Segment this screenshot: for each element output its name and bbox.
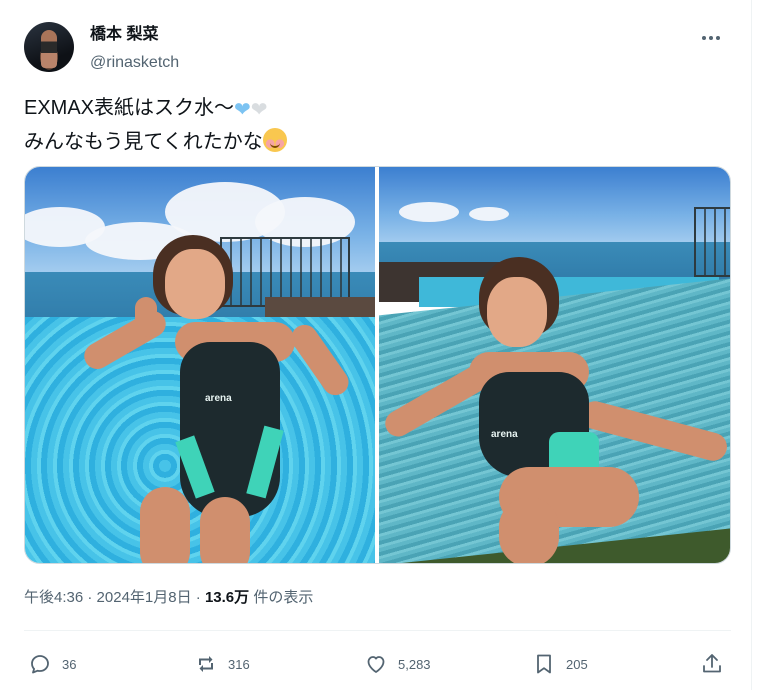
tweet-line-2-text: みんなもう見てくれたかな bbox=[24, 131, 263, 153]
tweet-text: EXMAX表紙はスク水～❤❤ みんなもう見てくれたかな bbox=[24, 92, 287, 158]
meta-separator: · bbox=[191, 589, 205, 606]
white-heart-icon: ❤ bbox=[250, 99, 268, 121]
action-bar: 36 316 5,283 205 bbox=[24, 646, 731, 682]
photo-hammock[interactable]: arena bbox=[379, 167, 730, 563]
hand-peace bbox=[135, 297, 157, 337]
retweet-icon bbox=[199, 656, 213, 672]
leg-left bbox=[140, 487, 190, 563]
tweet-card: 橋本 梨菜 @rinasketch EXMAX表紙はスク水～❤❤ みんなもう見て… bbox=[0, 0, 752, 690]
face bbox=[487, 277, 547, 347]
like-button[interactable]: 5,283 bbox=[364, 646, 431, 682]
bookmark-button[interactable]: 205 bbox=[532, 646, 588, 682]
face bbox=[165, 249, 225, 319]
railing bbox=[694, 207, 730, 277]
swimsuit-logo: arena bbox=[491, 429, 518, 440]
meta-separator: · bbox=[83, 589, 97, 606]
reply-count: 36 bbox=[62, 656, 77, 672]
avatar-figure bbox=[41, 30, 57, 68]
tweet-time[interactable]: 午後4:36 bbox=[24, 589, 83, 606]
user-handle[interactable]: @rinasketch bbox=[90, 52, 179, 74]
user-name-block[interactable]: 橋本 梨菜 @rinasketch bbox=[90, 24, 179, 74]
divider bbox=[24, 630, 731, 631]
tweet-meta: 午後4:36 · 2024年1月8日 · 13.6万 件の表示 bbox=[24, 586, 313, 610]
blush-smile-icon bbox=[262, 128, 287, 152]
photo-pool[interactable]: arena bbox=[25, 167, 375, 563]
like-count: 5,283 bbox=[398, 656, 431, 672]
more-options-icon[interactable] bbox=[699, 26, 723, 50]
tweet-header: 橋本 梨菜 @rinasketch bbox=[24, 22, 731, 74]
tweet-date[interactable]: 2024年1月8日 bbox=[97, 589, 192, 606]
cloud bbox=[399, 202, 459, 222]
bookmark-count: 205 bbox=[566, 656, 588, 672]
tweet-line-1-text: EXMAX表紙はスク水～ bbox=[24, 97, 235, 119]
views-label: 件の表示 bbox=[249, 589, 314, 606]
share-icon bbox=[703, 654, 721, 673]
reply-icon bbox=[31, 655, 49, 674]
blue-heart-icon: ❤ bbox=[234, 99, 251, 121]
views-count[interactable]: 13.6万 bbox=[205, 589, 249, 606]
reply-button[interactable]: 36 bbox=[28, 646, 76, 682]
share-button[interactable] bbox=[700, 646, 724, 682]
cloud bbox=[469, 207, 509, 221]
swimsuit-logo: arena bbox=[205, 393, 232, 404]
retweet-button[interactable]: 316 bbox=[194, 646, 250, 682]
media-grid: arena arena bbox=[24, 166, 731, 564]
bookmark-icon bbox=[537, 654, 551, 674]
display-name[interactable]: 橋本 梨菜 bbox=[90, 24, 179, 46]
leg-right bbox=[200, 497, 250, 563]
heart-icon bbox=[367, 656, 385, 673]
tweet-line-1: EXMAX表紙はスク水～❤❤ bbox=[24, 92, 287, 126]
retweet-count: 316 bbox=[228, 656, 250, 672]
avatar[interactable] bbox=[24, 22, 74, 72]
deck bbox=[265, 297, 375, 319]
knee bbox=[499, 497, 559, 563]
tweet-line-2: みんなもう見てくれたかな bbox=[24, 126, 287, 158]
